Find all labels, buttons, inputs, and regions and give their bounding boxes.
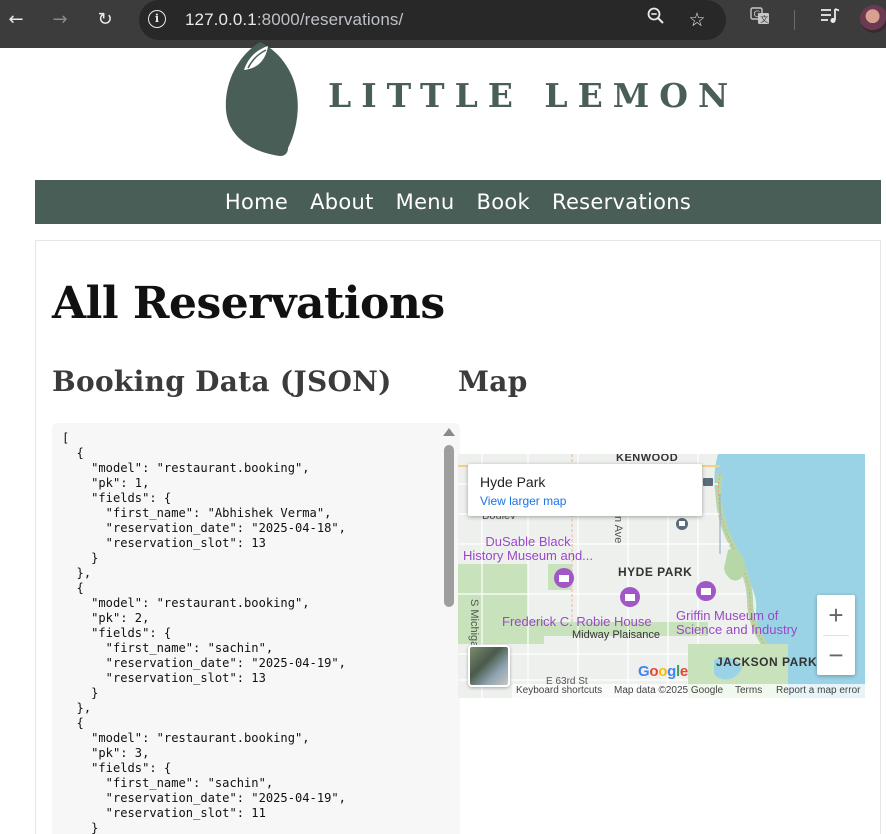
satellite-toggle[interactable] [468, 645, 510, 687]
site-logo-text[interactable]: LITTLE LEMON [328, 76, 738, 115]
map-heading: Map [458, 365, 528, 398]
map-place-card: Hyde Park View larger map [468, 464, 702, 516]
nav-reservations[interactable]: Reservations [552, 190, 691, 214]
map-label-robie-house[interactable]: Frederick C. Robie House [502, 614, 652, 629]
map-data-text: Map data ©2025 Google [614, 685, 724, 696]
zoom-out-button[interactable]: − [817, 635, 855, 675]
scroll-up-arrow-icon[interactable] [443, 428, 455, 436]
zoom-out-icon[interactable] [642, 6, 670, 34]
url-host: 127.0.0.1 [185, 10, 257, 29]
svg-text:文: 文 [760, 14, 768, 24]
lemon-logo-icon[interactable] [222, 40, 302, 164]
griffin-museum-poi-icon[interactable] [696, 581, 716, 601]
report-map-error-link[interactable]: Report a map error [776, 685, 860, 696]
browser-toolbar: ← → ↻ i 127.0.0.1:8000/reservations/ ☆ G… [0, 0, 886, 48]
back-icon[interactable]: ← [2, 6, 30, 34]
map-label-ave: n Ave [612, 516, 624, 544]
map-label-jackson-park: JACKSON PARK [716, 655, 818, 669]
url-path: :8000/reservations/ [256, 10, 404, 29]
nav-menu[interactable]: Menu [396, 190, 455, 214]
page-title: All Reservations [52, 278, 445, 329]
view-larger-map-link[interactable]: View larger map [480, 494, 566, 508]
map-footer: Keyboard shortcuts Map data ©2025 Google… [512, 684, 865, 698]
map-label-kenwood: KENWOOD [616, 454, 679, 464]
zoom-in-button[interactable]: + [817, 595, 855, 635]
forward-icon[interactable]: → [46, 6, 74, 34]
content-card: All Reservations Booking Data (JSON) Map… [35, 240, 881, 834]
embedded-map[interactable]: KENWOOD HYDE PARK JACKSON PARK DuSable B… [458, 454, 865, 698]
toolbar-separator [794, 10, 795, 30]
booking-json-text: [ { "model": "restaurant.booking", "pk":… [62, 431, 346, 834]
robie-house-poi-icon[interactable] [620, 587, 640, 607]
keyboard-shortcuts-link[interactable]: Keyboard shortcuts [516, 685, 602, 696]
site-info-icon[interactable]: i [148, 10, 166, 28]
map-label-griffin[interactable]: Griffin Museum of Science and Industry [676, 609, 797, 637]
terms-link[interactable]: Terms [735, 685, 762, 696]
map-label-dusable[interactable]: DuSable Black History Museum and... [458, 535, 598, 563]
translate-icon[interactable]: G文 [746, 6, 774, 34]
map-label-midway: Midway Plaisance [572, 629, 661, 641]
booking-json-box[interactable]: [ { "model": "restaurant.booking", "pk":… [52, 423, 460, 834]
map-label-s-michigan: S Michiga [468, 599, 480, 648]
media-queue-icon[interactable] [816, 6, 844, 34]
scrollbar-thumb[interactable] [444, 445, 454, 607]
nav-home[interactable]: Home [225, 190, 288, 214]
google-logo: Google [638, 663, 688, 680]
nav-about[interactable]: About [310, 190, 374, 214]
profile-avatar[interactable] [860, 5, 886, 33]
map-label-hyde-park: HYDE PARK [618, 565, 693, 579]
nav-book[interactable]: Book [477, 190, 530, 214]
main-navbar: Home About Menu Book Reservations [35, 180, 881, 224]
map-zoom-control: + − [817, 595, 855, 675]
map-place-name: Hyde Park [480, 474, 546, 490]
bookmark-star-icon[interactable]: ☆ [683, 6, 711, 34]
reload-icon[interactable]: ↻ [91, 6, 119, 34]
url-text[interactable]: 127.0.0.1:8000/reservations/ [185, 10, 403, 30]
address-bar[interactable]: i 127.0.0.1:8000/reservations/ ☆ [139, 0, 726, 40]
json-heading: Booking Data (JSON) [52, 365, 392, 398]
museum-poi-icon[interactable] [554, 568, 574, 588]
